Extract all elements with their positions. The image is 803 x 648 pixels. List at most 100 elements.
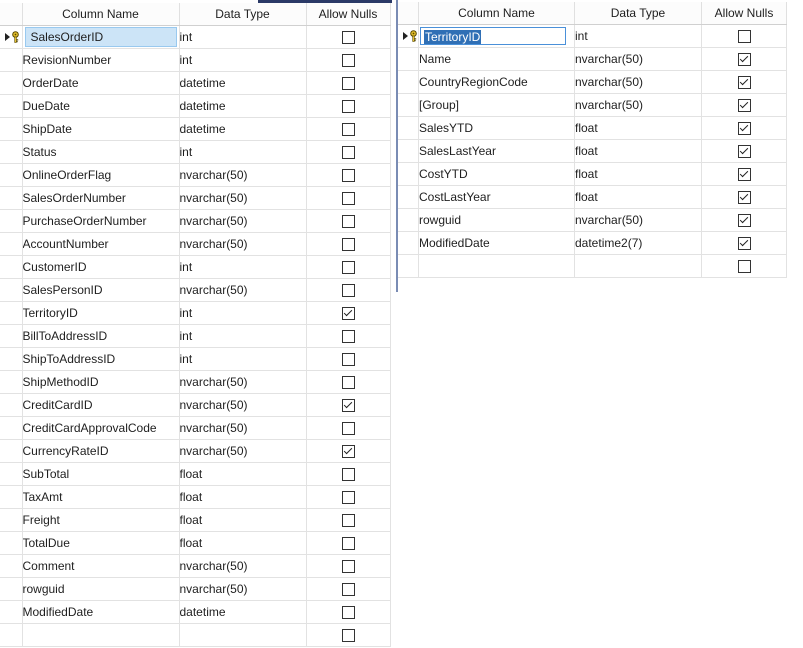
row-selector[interactable] [0,577,23,601]
column-name-cell[interactable]: BillToAddressID [22,324,180,348]
table-row[interactable]: ShipMethodID nvarchar(50) [0,370,391,394]
data-type-cell[interactable]: nvarchar(50) [179,439,307,463]
data-type-cell[interactable]: datetime [179,117,307,141]
table-row[interactable]: CountryRegionCode nvarchar(50) [398,70,787,94]
row-selector[interactable] [0,186,23,210]
table-row[interactable]: Comment nvarchar(50) [0,554,391,578]
table-row[interactable]: SalesPersonID nvarchar(50) [0,278,391,302]
data-type-cell[interactable]: datetime [179,600,307,624]
row-selector[interactable] [0,71,23,95]
table-row[interactable]: ShipToAddressID int [0,347,391,371]
row-selector[interactable] [0,301,23,325]
row-selector[interactable] [0,508,23,532]
table-row[interactable]: Status int [0,140,391,164]
allow-nulls-checkbox[interactable] [737,260,751,274]
allow-nulls-checkbox[interactable] [341,376,355,390]
data-type-cell[interactable]: float [179,508,307,532]
row-selector[interactable] [0,163,23,187]
table-row[interactable]: CustomerID int [0,255,391,279]
table-row[interactable]: SalesOrderID int [0,25,391,49]
allow-nulls-checkbox[interactable] [737,168,751,182]
data-type-cell[interactable]: int [179,347,307,371]
allow-nulls-checkbox[interactable] [341,100,355,114]
column-name-cell[interactable]: TerritoryID [22,301,180,325]
data-type-cell[interactable]: nvarchar(50) [574,47,702,71]
row-selector[interactable] [398,185,419,209]
allow-nulls-checkbox[interactable] [341,560,355,574]
row-selector[interactable] [0,324,23,348]
row-selector[interactable] [0,94,23,118]
data-type-cell[interactable]: nvarchar(50) [179,393,307,417]
data-type-header[interactable]: Data Type [574,2,702,25]
data-type-cell[interactable]: float [179,485,307,509]
data-type-cell[interactable]: float [574,116,702,140]
row-selector[interactable] [398,162,419,186]
table-row[interactable] [398,254,787,278]
row-selector[interactable] [398,47,419,71]
column-name-cell[interactable]: Status [22,140,180,164]
allow-nulls-checkbox[interactable] [341,77,355,91]
column-name-cell[interactable]: AccountNumber [22,232,180,256]
column-name-cell[interactable]: ModifiedDate [22,600,180,624]
allow-nulls-checkbox[interactable] [341,169,355,183]
table-row[interactable]: TaxAmt float [0,485,391,509]
table-row[interactable]: AccountNumber nvarchar(50) [0,232,391,256]
table-row[interactable]: ShipDate datetime [0,117,391,141]
column-name-cell[interactable]: TerritoryID [418,24,575,48]
allow-nulls-checkbox[interactable] [341,606,355,620]
column-name-cell[interactable]: SalesYTD [418,116,575,140]
column-name-cell[interactable]: ShipDate [22,117,180,141]
row-selector[interactable] [398,116,419,140]
row-selector[interactable] [0,439,23,463]
allow-nulls-checkbox[interactable] [341,514,355,528]
allow-nulls-checkbox[interactable] [341,238,355,252]
allow-nulls-checkbox[interactable] [737,30,751,44]
allow-nulls-checkbox[interactable] [341,399,355,413]
allow-nulls-checkbox[interactable] [737,237,751,251]
row-selector[interactable] [0,117,23,141]
column-name-cell[interactable] [418,254,575,278]
allow-nulls-checkbox[interactable] [341,537,355,551]
allow-nulls-checkbox[interactable] [341,629,355,643]
data-type-cell[interactable]: float [574,162,702,186]
allow-nulls-checkbox[interactable] [341,583,355,597]
data-type-cell[interactable]: nvarchar(50) [179,554,307,578]
table-row[interactable]: [Group] nvarchar(50) [398,93,787,117]
column-name-cell[interactable]: TaxAmt [22,485,180,509]
row-selector[interactable] [0,370,23,394]
row-selector[interactable] [0,255,23,279]
data-type-cell[interactable]: nvarchar(50) [179,163,307,187]
column-name-cell[interactable]: SalesLastYear [418,139,575,163]
column-name-cell[interactable]: CurrencyRateID [22,439,180,463]
row-selector[interactable] [0,25,23,49]
table-row[interactable]: CreditCardID nvarchar(50) [0,393,391,417]
row-selector[interactable] [0,209,23,233]
data-type-cell[interactable]: int [574,24,702,48]
column-name-cell[interactable]: ShipToAddressID [22,347,180,371]
table-row[interactable] [0,623,391,647]
data-type-cell[interactable]: nvarchar(50) [179,209,307,233]
table-row[interactable]: CostLastYear float [398,185,787,209]
data-type-cell[interactable]: int [179,324,307,348]
data-type-cell[interactable]: int [179,255,307,279]
row-selector[interactable] [0,140,23,164]
table-row[interactable]: TerritoryID int [398,24,787,48]
row-selector[interactable] [398,70,419,94]
data-type-cell[interactable]: nvarchar(50) [179,186,307,210]
allow-nulls-header[interactable]: Allow Nulls [306,3,391,26]
row-selector[interactable] [398,139,419,163]
allow-nulls-checkbox[interactable] [341,146,355,160]
column-name-cell[interactable]: SalesOrderNumber [22,186,180,210]
data-type-cell[interactable]: nvarchar(50) [179,577,307,601]
table-row[interactable]: TerritoryID int [0,301,391,325]
allow-nulls-checkbox[interactable] [737,99,751,113]
table-row[interactable]: SubTotal float [0,462,391,486]
data-type-cell[interactable] [179,623,307,647]
row-selector[interactable] [398,24,419,48]
allow-nulls-header[interactable]: Allow Nulls [701,2,787,25]
row-selector[interactable] [0,462,23,486]
row-selector[interactable] [0,531,23,555]
column-name-cell[interactable]: SalesPersonID [22,278,180,302]
table-row[interactable]: PurchaseOrderNumber nvarchar(50) [0,209,391,233]
column-name-cell[interactable]: CustomerID [22,255,180,279]
